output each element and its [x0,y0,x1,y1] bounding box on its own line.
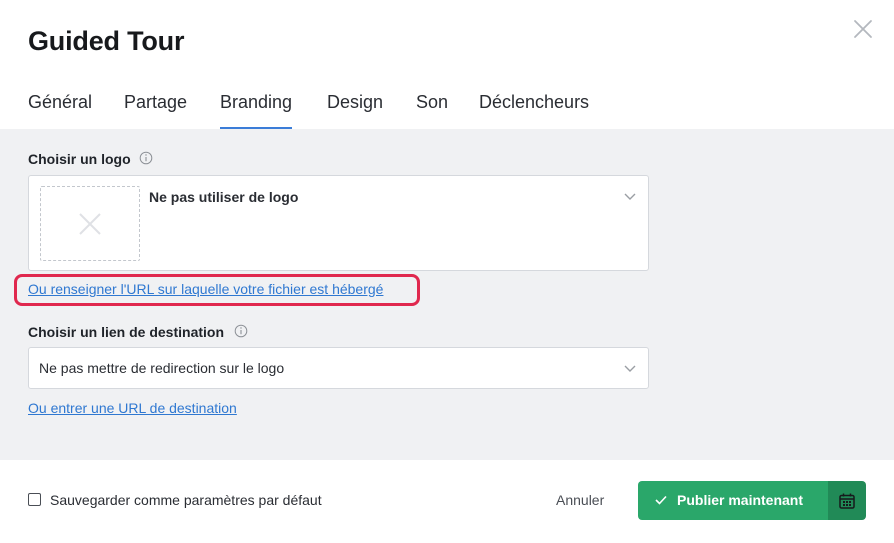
info-icon[interactable] [234,324,248,338]
publish-now-button[interactable]: Publier maintenant [638,481,828,520]
close-button[interactable] [852,18,874,40]
chevron-down-icon [624,193,636,200]
tab-general[interactable]: Général [28,92,92,113]
guided-tour-modal: Guided Tour Général Partage Branding Des… [0,0,894,543]
tab-partage[interactable]: Partage [124,92,187,113]
modal-footer: Sauvegarder comme paramètres par défaut … [0,460,894,543]
tab-design[interactable]: Design [327,92,383,113]
logo-section-label: Choisir un logo [28,151,131,167]
destination-section-label: Choisir un lien de destination [28,324,225,340]
schedule-button[interactable] [828,481,866,520]
logo-preview [40,186,140,261]
no-image-icon [79,213,101,235]
save-default-checkbox[interactable] [28,493,41,506]
modal-title: Guided Tour [28,26,185,56]
logo-url-link[interactable]: Ou renseigner l'URL sur laquelle votre f… [28,281,383,297]
chevron-down-icon [624,365,636,372]
calendar-icon [839,493,855,509]
save-default-label[interactable]: Sauvegarder comme paramètres par défaut [50,492,322,508]
tab-declencheurs[interactable]: Déclencheurs [479,92,589,113]
tab-son[interactable]: Son [416,92,448,113]
close-icon [854,20,872,38]
destination-select-value: Ne pas mettre de redirection sur le logo [39,360,285,376]
logo-select[interactable]: Ne pas utiliser de logo [28,175,649,271]
tab-bar: Général Partage Branding Design Son Décl… [0,80,894,130]
destination-url-link[interactable]: Ou entrer une URL de destination [28,400,237,416]
check-icon [655,495,667,505]
publish-now-label: Publier maintenant [677,492,804,508]
info-icon[interactable] [139,151,153,165]
cancel-button[interactable]: Annuler [548,489,612,511]
destination-select[interactable]: Ne pas mettre de redirection sur le logo [28,347,649,389]
tab-branding[interactable]: Branding [220,92,293,130]
branding-panel: Choisir un logo Ne pas utiliser de logo … [0,129,894,460]
logo-select-value: Ne pas utiliser de logo [149,189,299,205]
